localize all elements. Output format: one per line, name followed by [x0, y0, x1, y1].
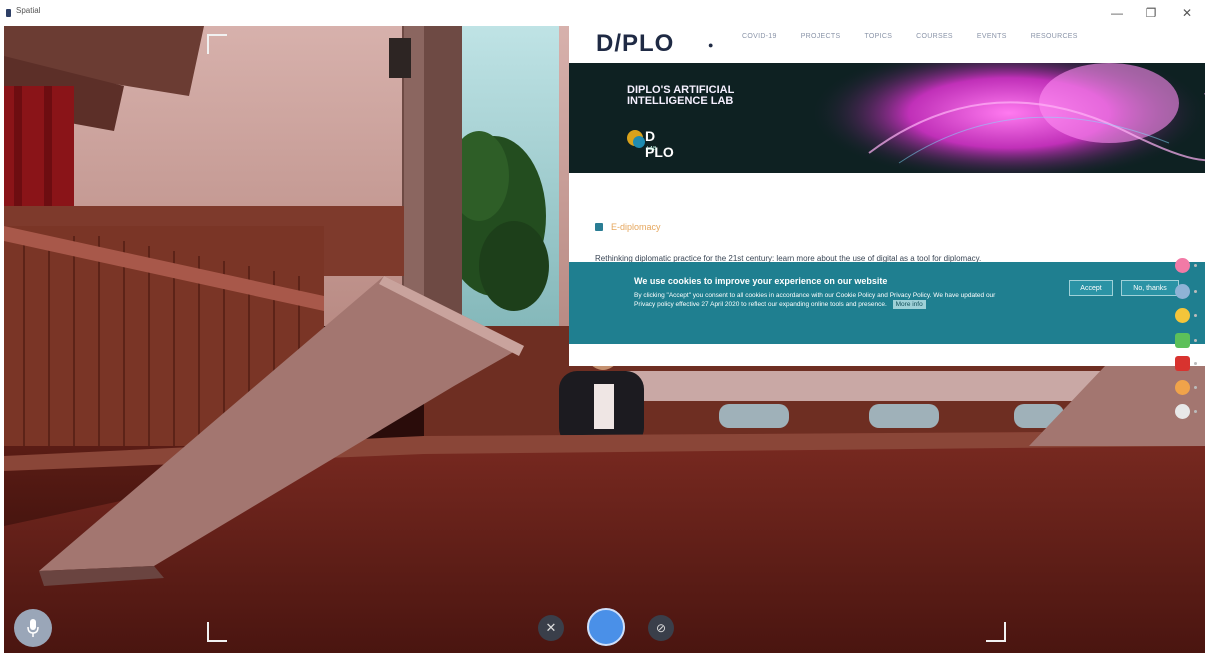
bottom-toolbar: ✕ ⊘	[0, 600, 1209, 653]
reactions-panel	[1165, 232, 1205, 422]
ai-lab-banner[interactable]: DIPLO'S ARTIFICIAL INTELLIGENCE LAB D PL…	[569, 63, 1205, 173]
document-icon	[595, 223, 603, 231]
section-heading[interactable]: E-diplomacy	[595, 222, 661, 232]
thumbs-down-icon[interactable]	[1175, 356, 1190, 371]
presentation-screen[interactable]: D/PLO ● COVID-19 PROJECTS TOPICS COURSES…	[569, 26, 1205, 366]
reaction-indicator	[1194, 264, 1197, 267]
microphone-icon	[27, 619, 39, 637]
camera-off-icon[interactable]: ⊘	[648, 615, 674, 641]
close-window-button[interactable]: ✕	[1172, 4, 1202, 22]
surprised-icon[interactable]	[1175, 380, 1190, 395]
window-titlebar: Spatial — ❐ ✕	[0, 0, 1209, 26]
record-button[interactable]	[587, 608, 625, 646]
nav-item-resources[interactable]: RESOURCES	[1031, 33, 1078, 40]
reaction-indicator	[1194, 339, 1197, 342]
app-icon	[6, 9, 11, 17]
thumbs-up-icon[interactable]	[1175, 333, 1190, 348]
reaction-indicator	[1194, 362, 1197, 365]
reaction-indicator	[1194, 290, 1197, 293]
minimize-button[interactable]: —	[1102, 4, 1132, 22]
microphone-button[interactable]	[14, 609, 52, 647]
nav-item-events[interactable]: EVENTS	[977, 33, 1007, 40]
cookie-title: We use cookies to improve your experienc…	[634, 276, 888, 286]
banner-title: DIPLO'S ARTIFICIAL INTELLIGENCE LAB	[627, 84, 735, 107]
nav-item-courses[interactable]: COURSES	[916, 33, 953, 40]
cookie-text: By clicking "Accept" you consent to all …	[634, 292, 996, 309]
website-nav: COVID-19 PROJECTS TOPICS COURSES EVENTS …	[742, 33, 1078, 40]
reaction-indicator	[1194, 314, 1197, 317]
website-header: D/PLO ● COVID-19 PROJECTS TOPICS COURSES…	[569, 26, 1205, 66]
reaction-indicator	[1194, 410, 1197, 413]
heart-icon[interactable]	[1175, 258, 1190, 273]
accept-cookies-button[interactable]: Accept	[1069, 280, 1113, 296]
laugh-icon[interactable]	[1175, 308, 1190, 323]
more-info-link[interactable]: More info	[892, 300, 926, 309]
virtual-room-scene[interactable]: D/PLO ● COVID-19 PROJECTS TOPICS COURSES…	[4, 26, 1205, 653]
nav-item-projects[interactable]: PROJECTS	[801, 33, 841, 40]
clap-icon[interactable]	[1175, 284, 1190, 299]
diplo-lab-logo: D PLO LAB	[627, 126, 687, 160]
frame-corner-top-left	[207, 34, 227, 54]
close-icon[interactable]: ✕	[538, 615, 564, 641]
reaction-indicator	[1194, 386, 1197, 389]
cookie-consent-banner: We use cookies to improve your experienc…	[569, 262, 1205, 344]
maximize-button[interactable]: ❐	[1136, 4, 1166, 22]
nav-item-covid[interactable]: COVID-19	[742, 33, 777, 40]
question-icon[interactable]	[1175, 404, 1190, 419]
window-title: Spatial	[16, 6, 41, 15]
search-icon[interactable]: ●	[708, 40, 713, 50]
nav-item-topics[interactable]: TOPICS	[864, 33, 892, 40]
diplo-logo[interactable]: D/PLO	[596, 30, 674, 58]
